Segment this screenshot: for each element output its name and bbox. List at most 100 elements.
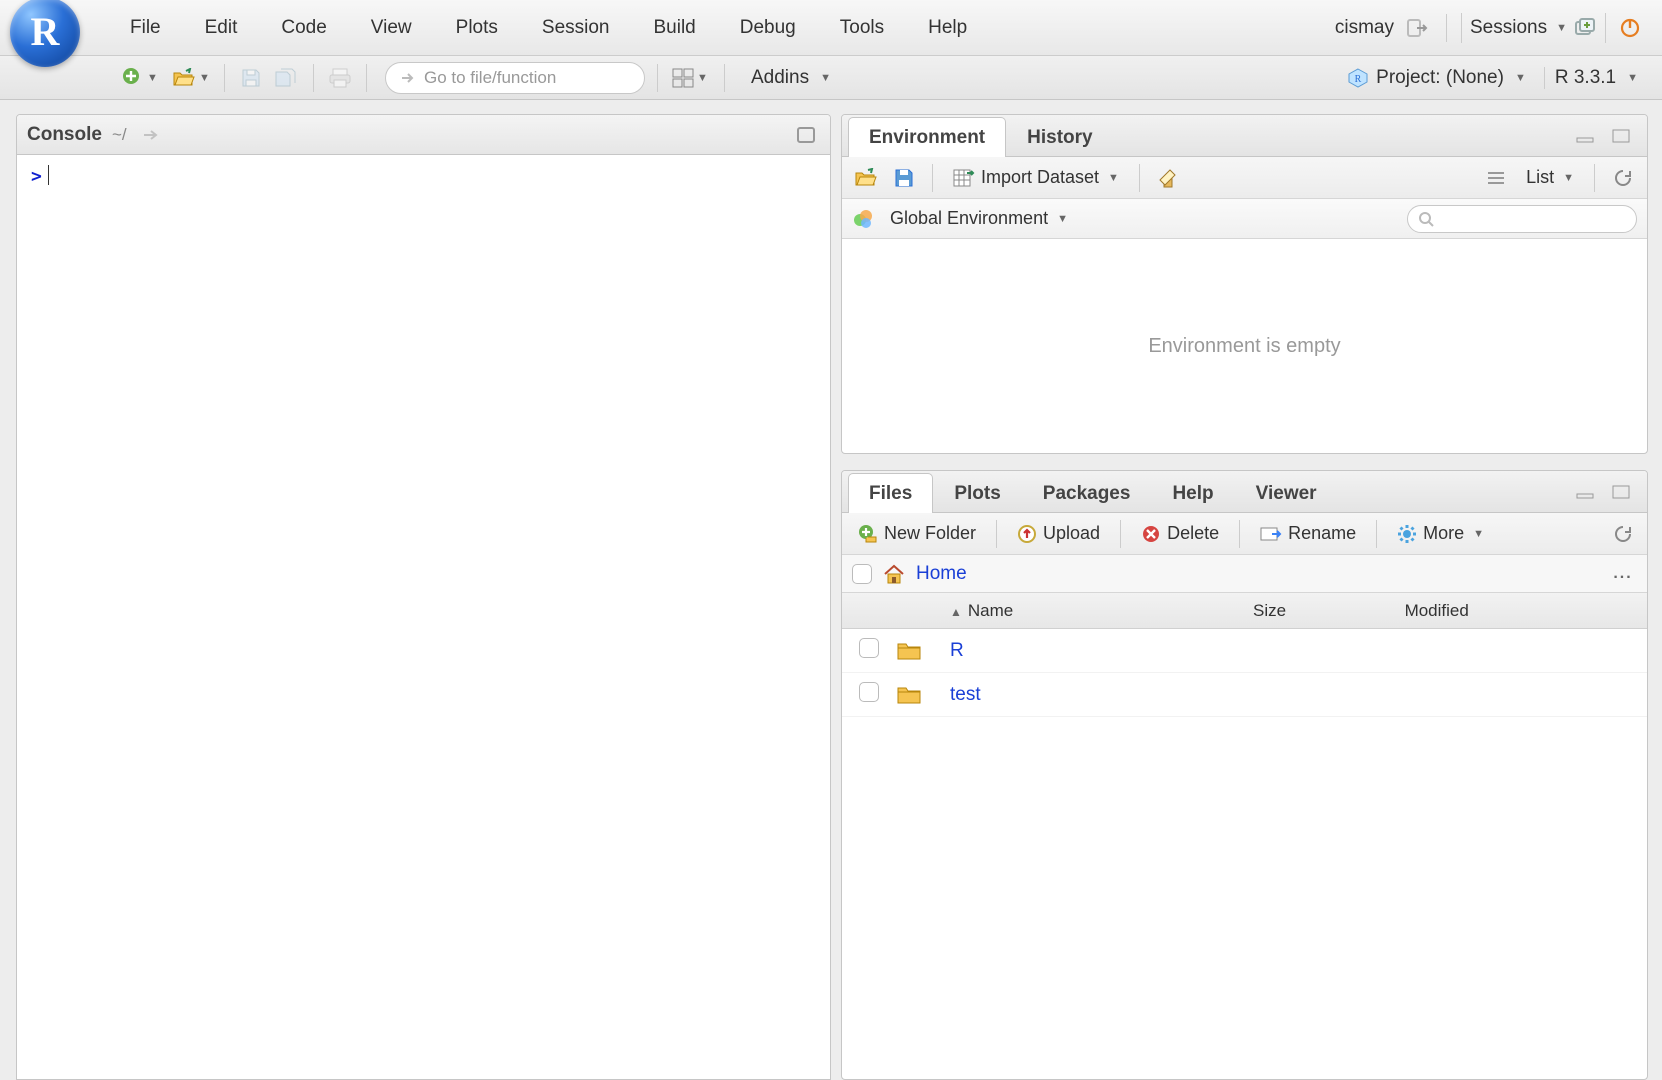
col-name[interactable]: ▲ Name — [946, 601, 1253, 621]
upload-icon — [1017, 524, 1037, 544]
scope-label: Global Environment — [890, 208, 1048, 229]
console-body[interactable]: > — [17, 155, 830, 1079]
caret-down-icon: ▼ — [1057, 213, 1068, 225]
row-checkbox[interactable] — [859, 682, 879, 702]
menu-plots[interactable]: Plots — [436, 9, 518, 47]
sign-out-icon[interactable] — [1404, 14, 1432, 42]
svg-text:R: R — [1355, 74, 1362, 85]
r-version-dropdown[interactable]: R 3.3.1 ▼ — [1544, 67, 1648, 89]
row-checkbox[interactable] — [859, 638, 879, 658]
select-all-checkbox[interactable] — [852, 564, 872, 584]
breadcrumb-home[interactable]: Home — [916, 563, 967, 585]
menu-debug[interactable]: Debug — [720, 9, 816, 47]
files-path-bar: Home ... — [842, 555, 1647, 593]
sort-asc-icon: ▲ — [950, 605, 962, 619]
env-empty-message: Environment is empty — [842, 239, 1647, 453]
menu-session[interactable]: Session — [522, 9, 630, 47]
menu-items: File Edit Code View Plots Session Build … — [110, 9, 987, 47]
tab-help[interactable]: Help — [1151, 473, 1234, 513]
rename-label: Rename — [1288, 523, 1356, 544]
menu-view[interactable]: View — [351, 9, 432, 47]
console-prompt: > — [31, 166, 42, 187]
caret-down-icon: ▼ — [1627, 72, 1638, 84]
environment-panel: Environment History Import Datas — [841, 114, 1648, 454]
delete-button[interactable]: Delete — [1135, 520, 1225, 547]
caret-down-icon: ▼ — [697, 72, 708, 84]
right-pane: Environment History Import Datas — [841, 114, 1648, 1080]
tab-environment[interactable]: Environment — [848, 117, 1006, 157]
upload-button[interactable]: Upload — [1011, 520, 1106, 547]
caret-down-icon: ▼ — [199, 72, 210, 84]
more-dropdown[interactable]: More ▼ — [1391, 520, 1490, 547]
cursor — [48, 165, 49, 185]
new-folder-button[interactable]: New Folder — [852, 520, 982, 547]
menu-edit[interactable]: Edit — [185, 9, 258, 47]
maximize-pane-icon[interactable] — [1607, 478, 1635, 506]
env-view-dropdown[interactable]: List ▼ — [1520, 164, 1580, 191]
save-button[interactable] — [237, 64, 265, 92]
scope-icon — [852, 208, 874, 230]
col-name-label: Name — [968, 601, 1013, 620]
addins-dropdown[interactable]: Addins ▼ — [751, 67, 831, 89]
tab-packages[interactable]: Packages — [1022, 473, 1152, 513]
new-file-dropdown[interactable]: ▼ — [120, 64, 162, 92]
minimize-pane-icon[interactable] — [1571, 478, 1599, 506]
sessions-label: Sessions — [1470, 17, 1547, 39]
project-icon: R — [1348, 68, 1368, 88]
quit-button[interactable] — [1616, 14, 1644, 42]
files-toolbar: New Folder Upload Delete Rename — [842, 513, 1647, 555]
upload-label: Upload — [1043, 523, 1100, 544]
folder-icon — [896, 684, 946, 706]
refresh-icon[interactable] — [1609, 164, 1637, 192]
clear-workspace-icon[interactable] — [1154, 164, 1182, 192]
path-more-icon[interactable]: ... — [1609, 560, 1637, 588]
tab-viewer[interactable]: Viewer — [1235, 473, 1338, 513]
console-pane: Console ~/ > — [16, 114, 831, 1080]
col-size[interactable]: Size — [1253, 601, 1405, 621]
menu-code[interactable]: Code — [261, 9, 346, 47]
file-name-link[interactable]: test — [950, 684, 981, 705]
refresh-icon[interactable] — [1609, 520, 1637, 548]
goto-file-function-search[interactable]: Go to file/function — [385, 62, 645, 94]
console-path: ~/ — [112, 125, 127, 145]
menubar-right: cismay Sessions ▼ — [1335, 13, 1662, 43]
save-workspace-icon[interactable] — [890, 164, 918, 192]
print-button[interactable] — [326, 64, 354, 92]
tab-plots[interactable]: Plots — [933, 473, 1021, 513]
popout-icon[interactable] — [137, 121, 165, 149]
arrow-right-icon — [400, 70, 416, 86]
more-label: More — [1423, 523, 1464, 544]
caret-down-icon: ▼ — [820, 72, 831, 84]
maximize-pane-icon[interactable] — [1607, 122, 1635, 150]
table-row[interactable]: R — [842, 629, 1647, 673]
open-file-dropdown[interactable]: ▼ — [170, 64, 212, 92]
menu-tools[interactable]: Tools — [820, 9, 904, 47]
tab-history[interactable]: History — [1006, 117, 1113, 157]
tab-files[interactable]: Files — [848, 473, 933, 513]
import-dataset-dropdown[interactable]: Import Dataset ▼ — [947, 164, 1125, 191]
sessions-dropdown[interactable]: Sessions ▼ — [1461, 13, 1606, 43]
menu-file[interactable]: File — [110, 9, 181, 47]
project-dropdown[interactable]: R Project: (None) ▼ — [1338, 67, 1536, 89]
minimize-pane-icon[interactable] — [1571, 122, 1599, 150]
files-tabbar: Files Plots Packages Help Viewer — [842, 471, 1647, 513]
col-modified[interactable]: Modified — [1405, 601, 1647, 621]
env-scope-dropdown[interactable]: Global Environment ▼ — [884, 205, 1074, 232]
env-scope-bar: Global Environment ▼ — [842, 199, 1647, 239]
search-icon — [1418, 211, 1434, 227]
caret-down-icon: ▼ — [1473, 528, 1484, 540]
env-search[interactable] — [1407, 205, 1637, 233]
grid-import-icon — [953, 169, 975, 187]
file-name-link[interactable]: R — [950, 640, 964, 661]
maximize-pane-icon[interactable] — [792, 121, 820, 149]
rename-button[interactable]: Rename — [1254, 520, 1362, 547]
table-row[interactable]: test — [842, 673, 1647, 717]
main-toolbar: ▼ ▼ Go to file/function ▼ Addins ▼ R Pro… — [0, 56, 1662, 100]
folder-icon — [896, 640, 946, 662]
load-workspace-icon[interactable] — [852, 164, 880, 192]
save-all-button[interactable] — [273, 64, 301, 92]
workspace-panes-dropdown[interactable]: ▼ — [670, 64, 712, 92]
search-placeholder: Go to file/function — [424, 68, 556, 88]
menu-build[interactable]: Build — [634, 9, 716, 47]
menu-help[interactable]: Help — [908, 9, 987, 47]
